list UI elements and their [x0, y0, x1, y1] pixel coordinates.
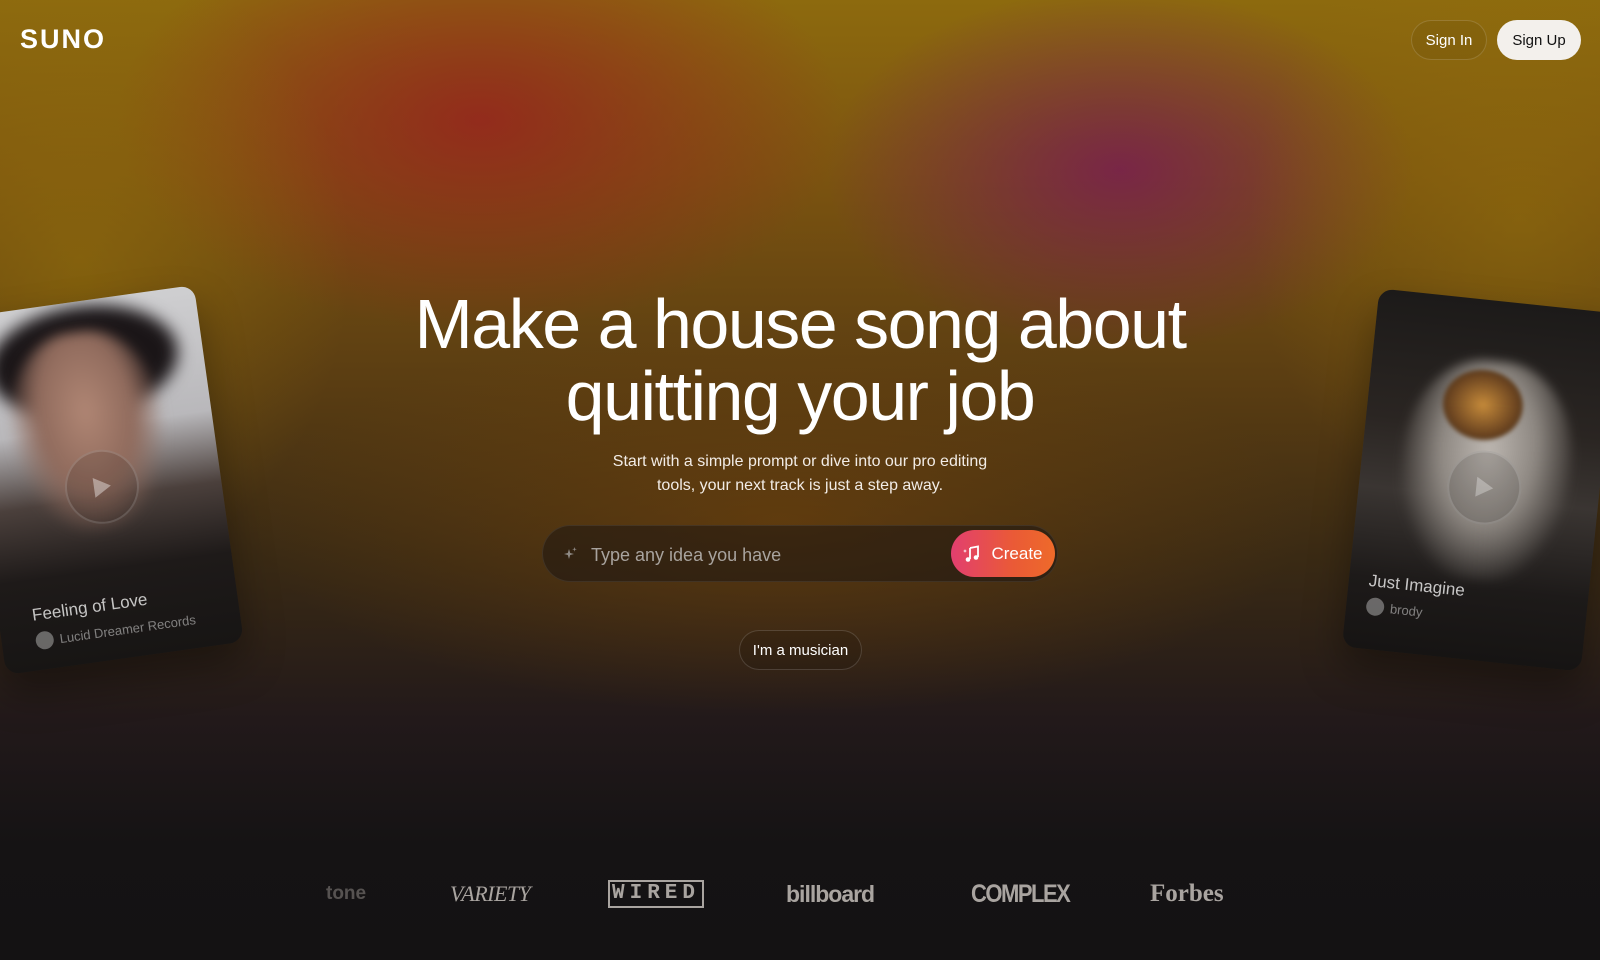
hero-title-line-2: quitting your job — [565, 357, 1036, 435]
create-button[interactable]: Create — [951, 530, 1055, 577]
create-button-label: Create — [991, 543, 1043, 563]
press-logo-complex: COMPLEX — [971, 879, 1071, 908]
hero-subtitle: Start with a simple prompt or dive into … — [600, 450, 1000, 498]
play-icon — [92, 478, 111, 498]
prompt-bar: Create — [542, 525, 1058, 582]
suno-logo[interactable]: SUNO — [20, 24, 106, 55]
artist-avatar — [1365, 596, 1386, 617]
press-logo-wired-text: WIRED — [608, 880, 705, 908]
press-logo-wired: WIRED — [608, 874, 705, 914]
hero-title: Make a house song about quitting your jo… — [0, 288, 1600, 432]
song-card-artist: brody — [1365, 596, 1424, 621]
sign-in-button[interactable]: Sign In — [1411, 20, 1487, 60]
prompt-input[interactable] — [589, 538, 933, 572]
press-logo-forbes: Forbes — [1150, 880, 1224, 907]
music-note-icon — [963, 544, 980, 562]
press-logo-variety: VARIETY — [450, 874, 531, 914]
sparkle-icon — [564, 547, 577, 559]
press-logo-rolling-stone: tone — [326, 883, 367, 904]
im-a-musician-button[interactable]: I'm a musician — [739, 630, 862, 670]
press-logo-billboard: billboard — [786, 880, 875, 907]
artist-avatar — [34, 630, 55, 651]
hero-subtitle-line-1: Start with a simple prompt or dive into … — [612, 453, 988, 470]
press-logo-variety-text: VARIETY — [450, 881, 531, 906]
hero-title-line-1: Make a house song about — [414, 285, 1187, 363]
song-card-artist-name: brody — [1389, 600, 1424, 620]
hero-subtitle-line-2: tools, your next track is just a step aw… — [656, 477, 944, 494]
sign-up-button[interactable]: Sign Up — [1497, 20, 1581, 60]
play-icon — [1475, 476, 1494, 497]
